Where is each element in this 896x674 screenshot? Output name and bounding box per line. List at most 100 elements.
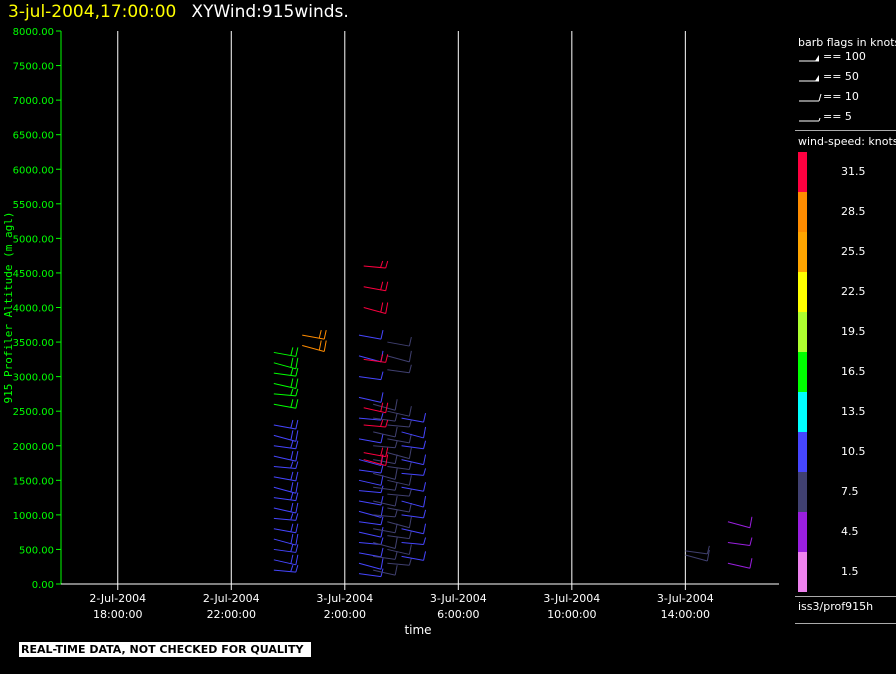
wind-barb — [387, 489, 412, 497]
wind-barb-flag — [394, 495, 398, 507]
wind-barb — [387, 433, 412, 444]
wind-barb-shaft — [273, 528, 296, 534]
wind-barb-shaft — [387, 493, 410, 497]
wind-barb-shaft — [401, 542, 424, 546]
y-tick-label: 3500.00 — [13, 338, 54, 349]
wind-barb-flag — [295, 513, 299, 521]
wind-barb-shaft — [387, 562, 410, 566]
wind-barb — [363, 419, 389, 428]
colorbar-swatch — [798, 392, 807, 432]
wind-barb-shaft — [387, 548, 410, 555]
wind-barb-shaft — [387, 535, 410, 540]
wind-barb-shaft — [387, 424, 410, 428]
wind-barb-flag — [295, 419, 299, 430]
wind-barb — [373, 482, 398, 491]
colorbar-label: 4.5 — [841, 525, 859, 538]
wind-barb-shaft — [401, 459, 424, 466]
wind-barb-flag — [394, 412, 398, 422]
wind-barb — [273, 461, 299, 469]
wind-barb-shaft — [358, 396, 382, 403]
wind-barb — [273, 502, 299, 514]
wind-barb — [387, 336, 412, 347]
wind-barb — [387, 516, 412, 529]
wind-barb-flag — [290, 378, 294, 388]
wind-barb-flag — [290, 388, 294, 396]
y-tick-label: 2500.00 — [13, 407, 54, 418]
legend-divider — [795, 623, 896, 624]
wind-barb-shaft — [273, 497, 296, 502]
colorbar-label: 1.5 — [841, 565, 859, 578]
legend-panel: barb flags in knots == 100 == 50 == 10 == 5… — [795, 28, 896, 624]
wind-barb — [358, 433, 384, 444]
barb-sample-icon — [799, 55, 819, 62]
wind-barb-flag — [295, 471, 299, 481]
colorbar-label: 16.5 — [841, 365, 866, 378]
wind-barb-flag — [290, 554, 294, 564]
wind-barb — [401, 551, 427, 561]
colorbar-swatch — [798, 312, 807, 352]
wind-barb-flag — [423, 440, 427, 449]
x-tick-label: 10:00:00 — [547, 608, 596, 621]
barb-legend-label: == 100 — [823, 50, 866, 63]
wind-barb-flag — [408, 350, 412, 362]
wind-barb — [373, 468, 398, 480]
wind-barb — [373, 426, 398, 438]
wind-barb — [387, 406, 412, 417]
wind-barb-flag — [290, 399, 294, 408]
wind-barb-shaft — [401, 417, 424, 423]
barb-sample-pennant — [815, 75, 819, 81]
wind-barb-shaft — [387, 521, 410, 529]
legend-divider — [795, 596, 896, 597]
wind-barb-shaft — [401, 528, 424, 535]
barb-sample-icon — [799, 75, 819, 82]
wind-profile-plot: 2-Jul-2004 18:00:00 2-Jul-2004 22:00:00 3-Ju… — [2, 27, 779, 637]
wind-barb-flag — [394, 440, 398, 448]
wind-barb — [373, 537, 398, 550]
wind-barb — [363, 447, 389, 458]
wind-barb-shaft — [685, 554, 708, 562]
wind-barb-shaft — [358, 562, 382, 570]
wind-barb-shaft — [387, 479, 410, 486]
y-tick-label: 6500.00 — [13, 131, 54, 142]
colorbar-label: 25.5 — [841, 245, 866, 258]
barb-legend-title: barb flags in knots — [798, 36, 896, 49]
wind-barb-flag — [295, 378, 299, 389]
x-tick-label: 14:00:00 — [661, 608, 710, 621]
wind-barb-shaft — [373, 486, 396, 491]
wind-barb-flag — [394, 523, 398, 533]
x-tick-label: 2-Jul-2004 — [203, 592, 260, 605]
wind-barb — [727, 558, 753, 569]
wind-barb-flag — [323, 340, 327, 352]
wind-barb — [358, 330, 384, 340]
wind-barb — [387, 475, 412, 486]
wind-barb-flag — [290, 357, 294, 368]
wind-barb-flag — [423, 482, 427, 492]
wind-barb-flag — [394, 509, 398, 518]
wind-barb — [358, 527, 384, 538]
wind-barb-shaft — [273, 538, 296, 546]
wind-barb-flag — [394, 537, 398, 549]
barb-sample-icon — [799, 93, 822, 102]
wind-barb — [401, 468, 427, 476]
wind-barb-flag — [380, 419, 384, 427]
wind-barb-shaft — [401, 431, 424, 439]
wind-barb — [401, 454, 427, 466]
wind-barb-flag — [394, 468, 398, 480]
wind-barb-shaft — [358, 479, 382, 486]
wind-barb-shaft — [401, 555, 424, 561]
wind-barb-flag — [295, 368, 299, 377]
wind-barb — [727, 537, 753, 547]
colorbar-label: 28.5 — [841, 205, 866, 218]
data-source-label: iss3/prof915h — [798, 600, 874, 613]
wind-barb — [373, 565, 398, 576]
wind-barb-flag — [408, 461, 412, 470]
wind-barb-flag — [408, 558, 412, 566]
wind-barb — [363, 302, 389, 314]
wind-barb-flag — [380, 371, 384, 380]
wind-barb-shaft — [401, 486, 424, 492]
y-tick-label: 4500.00 — [13, 269, 54, 280]
wind-barb-shaft — [363, 286, 386, 292]
wind-barb-shaft — [373, 445, 396, 449]
wind-barb-shaft — [358, 469, 382, 474]
wind-barb-flag — [749, 537, 753, 546]
